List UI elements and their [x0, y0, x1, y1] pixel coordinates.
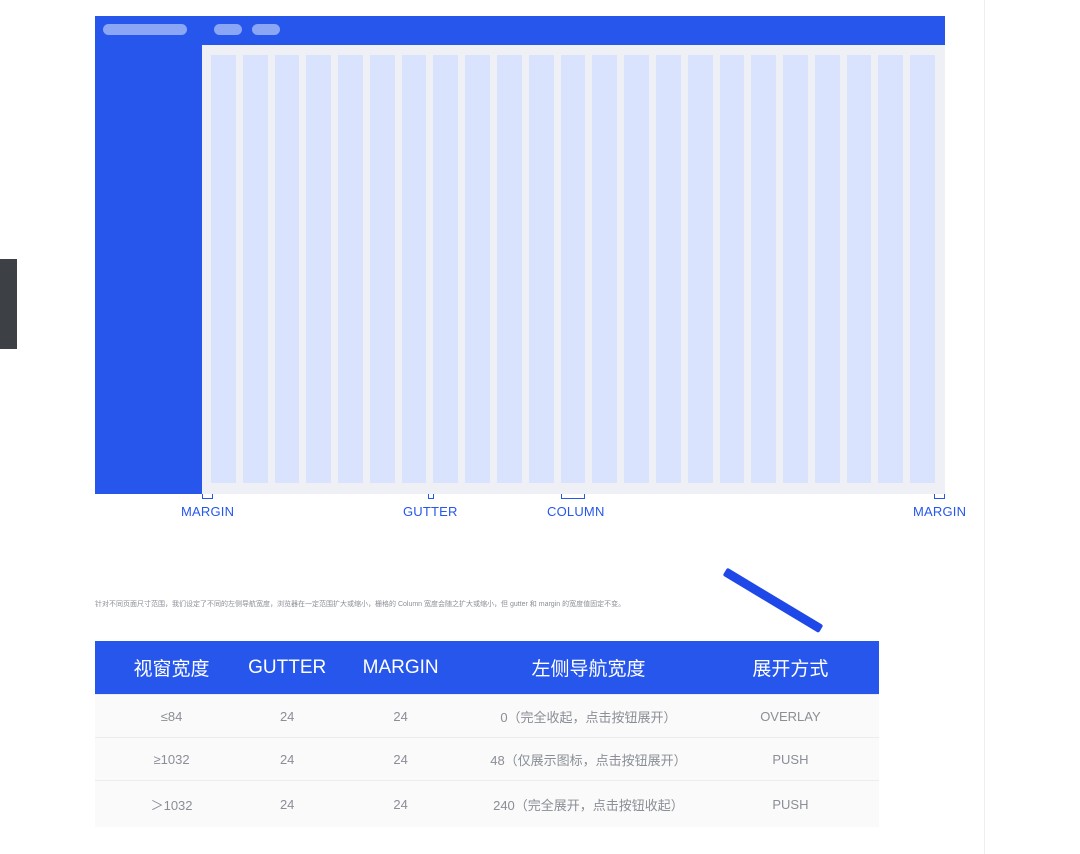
table-cell: ≤84 [95, 694, 249, 738]
grid-column [814, 55, 840, 483]
grid-description: 针对不同页面尺寸范围，我们设定了不同的左侧导航宽度，浏览器在一定范围扩大或缩小，… [95, 601, 626, 608]
column-header: 视窗宽度 [95, 641, 249, 695]
grid-column [274, 55, 300, 483]
table-cell: 24 [326, 694, 476, 738]
grid-column [465, 55, 491, 483]
table-cell: ≥1032 [95, 737, 249, 781]
table-cell: 240（完全展开，点击按钮收起） [475, 780, 702, 827]
table-row: ≥1032 24 24 48（仅展示图标，点击按钮展开） PUSH [95, 737, 879, 781]
grid-column [306, 55, 332, 483]
grid-column [592, 55, 618, 483]
grid-column [528, 55, 554, 483]
grid-column [211, 55, 236, 483]
table-cell: PUSH [701, 737, 879, 781]
table-cell: PUSH [701, 780, 879, 827]
table-cell: 24 [248, 737, 327, 781]
mock-nav-pill [252, 24, 280, 35]
table-cell: 0（完全收起，点击按钮展开） [475, 694, 702, 738]
grid-column [624, 55, 649, 483]
column-header: MARGIN [326, 641, 476, 695]
grid-column [751, 55, 777, 483]
mock-app-header [95, 16, 945, 45]
grid-column [655, 55, 681, 483]
table-cell: OVERLAY [701, 694, 879, 738]
margin-bracket [202, 494, 213, 499]
margin-label: MARGIN [181, 504, 235, 519]
grid-column [846, 55, 872, 483]
table-header-row: 视窗宽度 GUTTER MARGIN 左侧导航宽度 展开方式 [95, 641, 879, 695]
table-cell: 24 [248, 780, 327, 827]
table-row: ≤84 24 24 0（完全收起，点击按钮展开） OVERLAY [95, 694, 879, 738]
table-cell: ＞1032 [95, 780, 249, 827]
mock-content-area [202, 45, 945, 494]
grid-column [369, 55, 395, 483]
gutter-label: GUTTER [403, 504, 458, 519]
grid-column [783, 55, 808, 483]
grid-columns [211, 55, 935, 483]
table-cell: 24 [326, 780, 476, 827]
column-header: GUTTER [248, 641, 327, 695]
mock-logo-pill [103, 24, 187, 35]
column-bracket [561, 494, 585, 499]
breakpoint-table: 视窗宽度 GUTTER MARGIN 左侧导航宽度 展开方式 ≤84 24 24… [95, 641, 879, 827]
grid-column [910, 55, 935, 483]
column-header: 展开方式 [701, 641, 879, 695]
table-cell: 24 [326, 737, 476, 781]
grid-column [401, 55, 427, 483]
grid-column [338, 55, 363, 483]
grid-column [433, 55, 459, 483]
margin-bracket [934, 494, 945, 499]
gutter-bracket [428, 494, 434, 499]
grid-column [878, 55, 904, 483]
grid-column [560, 55, 586, 483]
grid-column [242, 55, 268, 483]
table-cell: 24 [248, 694, 327, 738]
column-label: COLUMN [547, 504, 605, 519]
side-panel-tab[interactable] [0, 259, 17, 349]
grid-column [497, 55, 522, 483]
table-row: ＞1032 24 24 240（完全展开，点击按钮收起） PUSH [95, 780, 879, 827]
mock-nav-pill [214, 24, 242, 35]
mock-left-navigation [95, 45, 202, 494]
grid-column [719, 55, 745, 483]
column-header: 左侧导航宽度 [475, 641, 702, 695]
table-cell: 48（仅展示图标，点击按钮展开） [475, 737, 702, 781]
grid-column [687, 55, 713, 483]
margin-label: MARGIN [913, 504, 967, 519]
